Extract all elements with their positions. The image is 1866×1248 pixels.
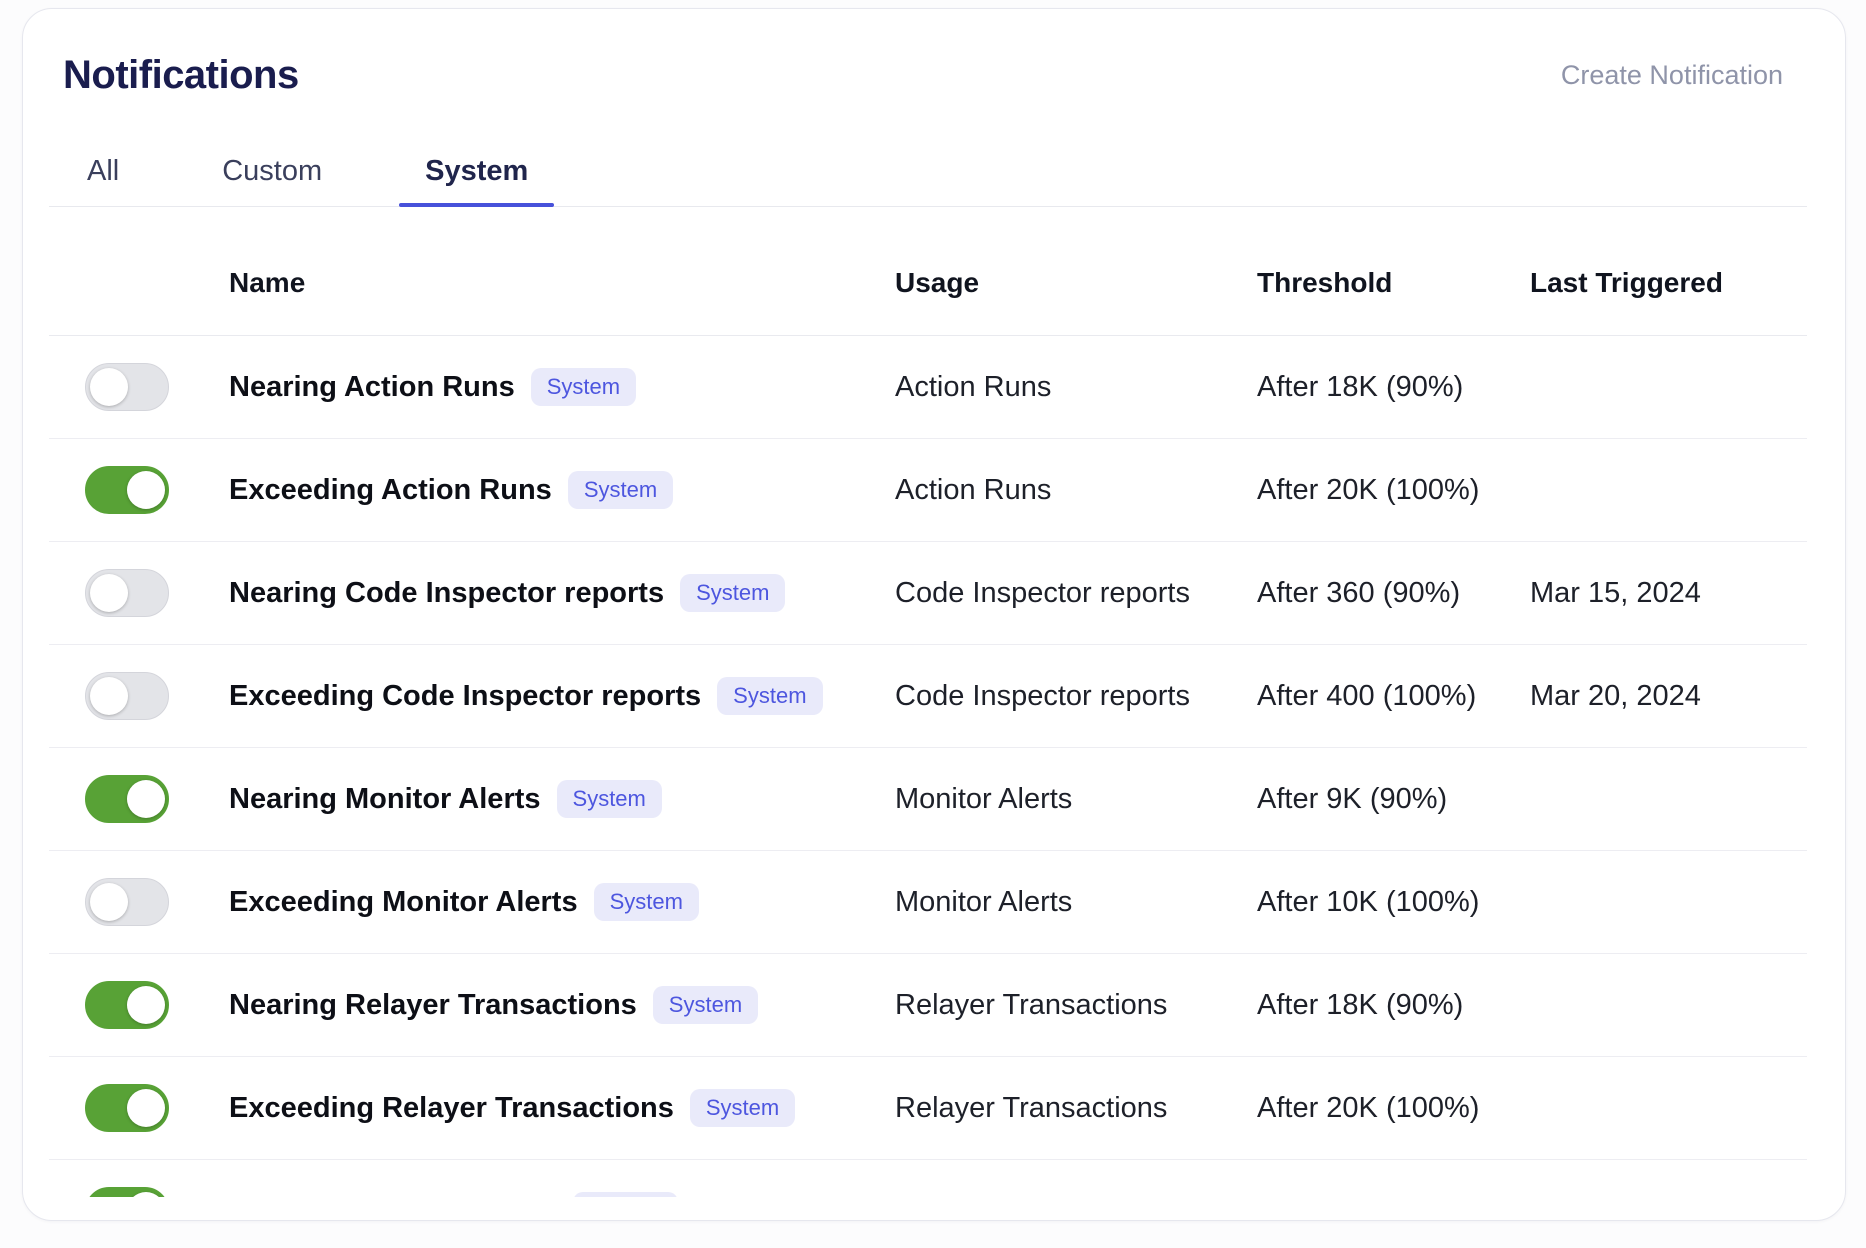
last-triggered-value: Mar 15, 2024 xyxy=(1530,577,1807,610)
name-cell: Nearing Action Runs System xyxy=(229,368,895,406)
threshold-value: After 400 (100%) xyxy=(1257,680,1530,713)
system-badge: System xyxy=(531,368,636,406)
usage-value: Monitor Alerts xyxy=(895,783,1257,816)
threshold-value: After 10K (100%) xyxy=(1257,886,1530,919)
toggle-knob-icon xyxy=(90,677,128,715)
toggle-cell xyxy=(49,672,229,720)
system-badge: System xyxy=(690,1089,795,1127)
notification-toggle[interactable] xyxy=(85,569,169,617)
toggle-knob-icon xyxy=(127,780,165,818)
table-body: Nearing Action Runs System Action Runs A… xyxy=(49,336,1807,1197)
system-badge: System xyxy=(557,780,662,818)
create-notification-button[interactable]: Create Notification xyxy=(1561,60,1783,91)
usage-value: Action Runs xyxy=(895,474,1257,507)
usage-value: Monitor Alerts xyxy=(895,886,1257,919)
column-header-name: Name xyxy=(229,267,895,299)
notification-toggle[interactable] xyxy=(85,981,169,1029)
notification-toggle[interactable] xyxy=(85,775,169,823)
notifications-card: Notifications Create Notification All Cus… xyxy=(22,8,1846,1221)
table-row: Nearing Action Runs System Action Runs A… xyxy=(49,336,1807,439)
table-row: Nearing Code Inspector reports System Co… xyxy=(49,542,1807,645)
notification-toggle[interactable] xyxy=(85,1187,169,1197)
system-badge: System xyxy=(680,574,785,612)
threshold-value: After 20K (100%) xyxy=(1257,1092,1530,1125)
column-header-threshold: Threshold xyxy=(1257,267,1530,299)
table-row: Nearing Monitor Alerts System Monitor Al… xyxy=(49,748,1807,851)
toggle-cell xyxy=(49,1187,229,1197)
notification-name: Nearing Monitor Alerts xyxy=(229,783,541,816)
toggle-cell xyxy=(49,775,229,823)
notification-toggle[interactable] xyxy=(85,672,169,720)
name-cell: Nearing Monitor Alerts System xyxy=(229,780,895,818)
toggle-knob-icon xyxy=(127,1192,165,1197)
name-cell: Nearing Code Inspector reports System xyxy=(229,574,895,612)
column-header-last-triggered: Last Triggered xyxy=(1530,267,1807,299)
toggle-cell xyxy=(49,878,229,926)
usage-value: Code Inspector reports xyxy=(895,680,1257,713)
toggle-cell xyxy=(49,981,229,1029)
tab-custom[interactable]: Custom xyxy=(196,149,348,206)
column-header-usage: Usage xyxy=(895,267,1257,299)
table-row: Nearing Relayer Transactions System Rela… xyxy=(49,954,1807,1057)
toggle-knob-icon xyxy=(127,986,165,1024)
toggle-knob-icon xyxy=(127,471,165,509)
notification-name: Nearing Relayer Transactions xyxy=(229,989,637,1022)
system-badge: System xyxy=(568,471,673,509)
notification-toggle[interactable] xyxy=(85,363,169,411)
tab-all[interactable]: All xyxy=(61,149,145,206)
notification-name: Nearing Action Runs xyxy=(229,371,515,404)
name-cell: Exceeding Relayer Transactions System xyxy=(229,1089,895,1127)
system-badge: System xyxy=(717,677,822,715)
table-row: Exceeding Monitor Alerts System Monitor … xyxy=(49,851,1807,954)
toggle-cell xyxy=(49,1084,229,1132)
notification-name: Exceeding Relayer Transactions xyxy=(229,1092,674,1125)
table-row: Exceeding Code Inspector reports System … xyxy=(49,645,1807,748)
threshold-value: After 20K (100%) xyxy=(1257,474,1530,507)
usage-value: Relayer Transactions xyxy=(895,1092,1257,1125)
system-badge: System xyxy=(594,883,699,921)
name-cell: Nearing Relayer Transactions System xyxy=(229,986,895,1024)
threshold-value: After 18K (90%) xyxy=(1257,989,1530,1022)
notification-name: Exceeding Action Runs xyxy=(229,474,552,507)
notification-name: Exceeding Monitor Alerts xyxy=(229,886,578,919)
system-badge: System xyxy=(573,1192,678,1197)
toggle-knob-icon xyxy=(90,574,128,612)
toggle-knob-icon xyxy=(90,883,128,921)
table-header-row: NameUsageThresholdLast Triggered xyxy=(49,207,1807,336)
usage-value: Relayer Transactions xyxy=(895,989,1257,1022)
threshold-value: After 9K (90%) xyxy=(1257,783,1530,816)
tab-system[interactable]: System xyxy=(399,149,554,206)
card-header: Notifications Create Notification xyxy=(23,9,1845,99)
notification-toggle[interactable] xyxy=(85,878,169,926)
name-cell: System xyxy=(229,1192,895,1197)
name-cell: Exceeding Code Inspector reports System xyxy=(229,677,895,715)
last-triggered-value: Mar 20, 2024 xyxy=(1530,680,1807,713)
threshold-value: After 18K (90%) xyxy=(1257,371,1530,404)
notification-name: Nearing Code Inspector reports xyxy=(229,577,664,610)
name-cell: Exceeding Monitor Alerts System xyxy=(229,883,895,921)
table-row: Exceeding Relayer Transactions System Re… xyxy=(49,1057,1807,1160)
tab-bar: All Custom System xyxy=(49,149,1807,207)
name-cell: Exceeding Action Runs System xyxy=(229,471,895,509)
usage-value: Code Inspector reports xyxy=(895,577,1257,610)
notification-toggle[interactable] xyxy=(85,466,169,514)
page-title: Notifications xyxy=(63,51,299,99)
notification-toggle[interactable] xyxy=(85,1084,169,1132)
toggle-cell xyxy=(49,466,229,514)
toggle-cell xyxy=(49,569,229,617)
table-row: Exceeding Action Runs System Action Runs… xyxy=(49,439,1807,542)
toggle-knob-icon xyxy=(127,1089,165,1127)
notifications-table: NameUsageThresholdLast Triggered Nearing… xyxy=(49,207,1807,1197)
usage-value: Action Runs xyxy=(895,371,1257,404)
toggle-cell xyxy=(49,363,229,411)
threshold-value: After 360 (90%) xyxy=(1257,577,1530,610)
toggle-knob-icon xyxy=(90,368,128,406)
notification-name: Exceeding Code Inspector reports xyxy=(229,680,701,713)
table-row: System xyxy=(49,1160,1807,1197)
system-badge: System xyxy=(653,986,758,1024)
